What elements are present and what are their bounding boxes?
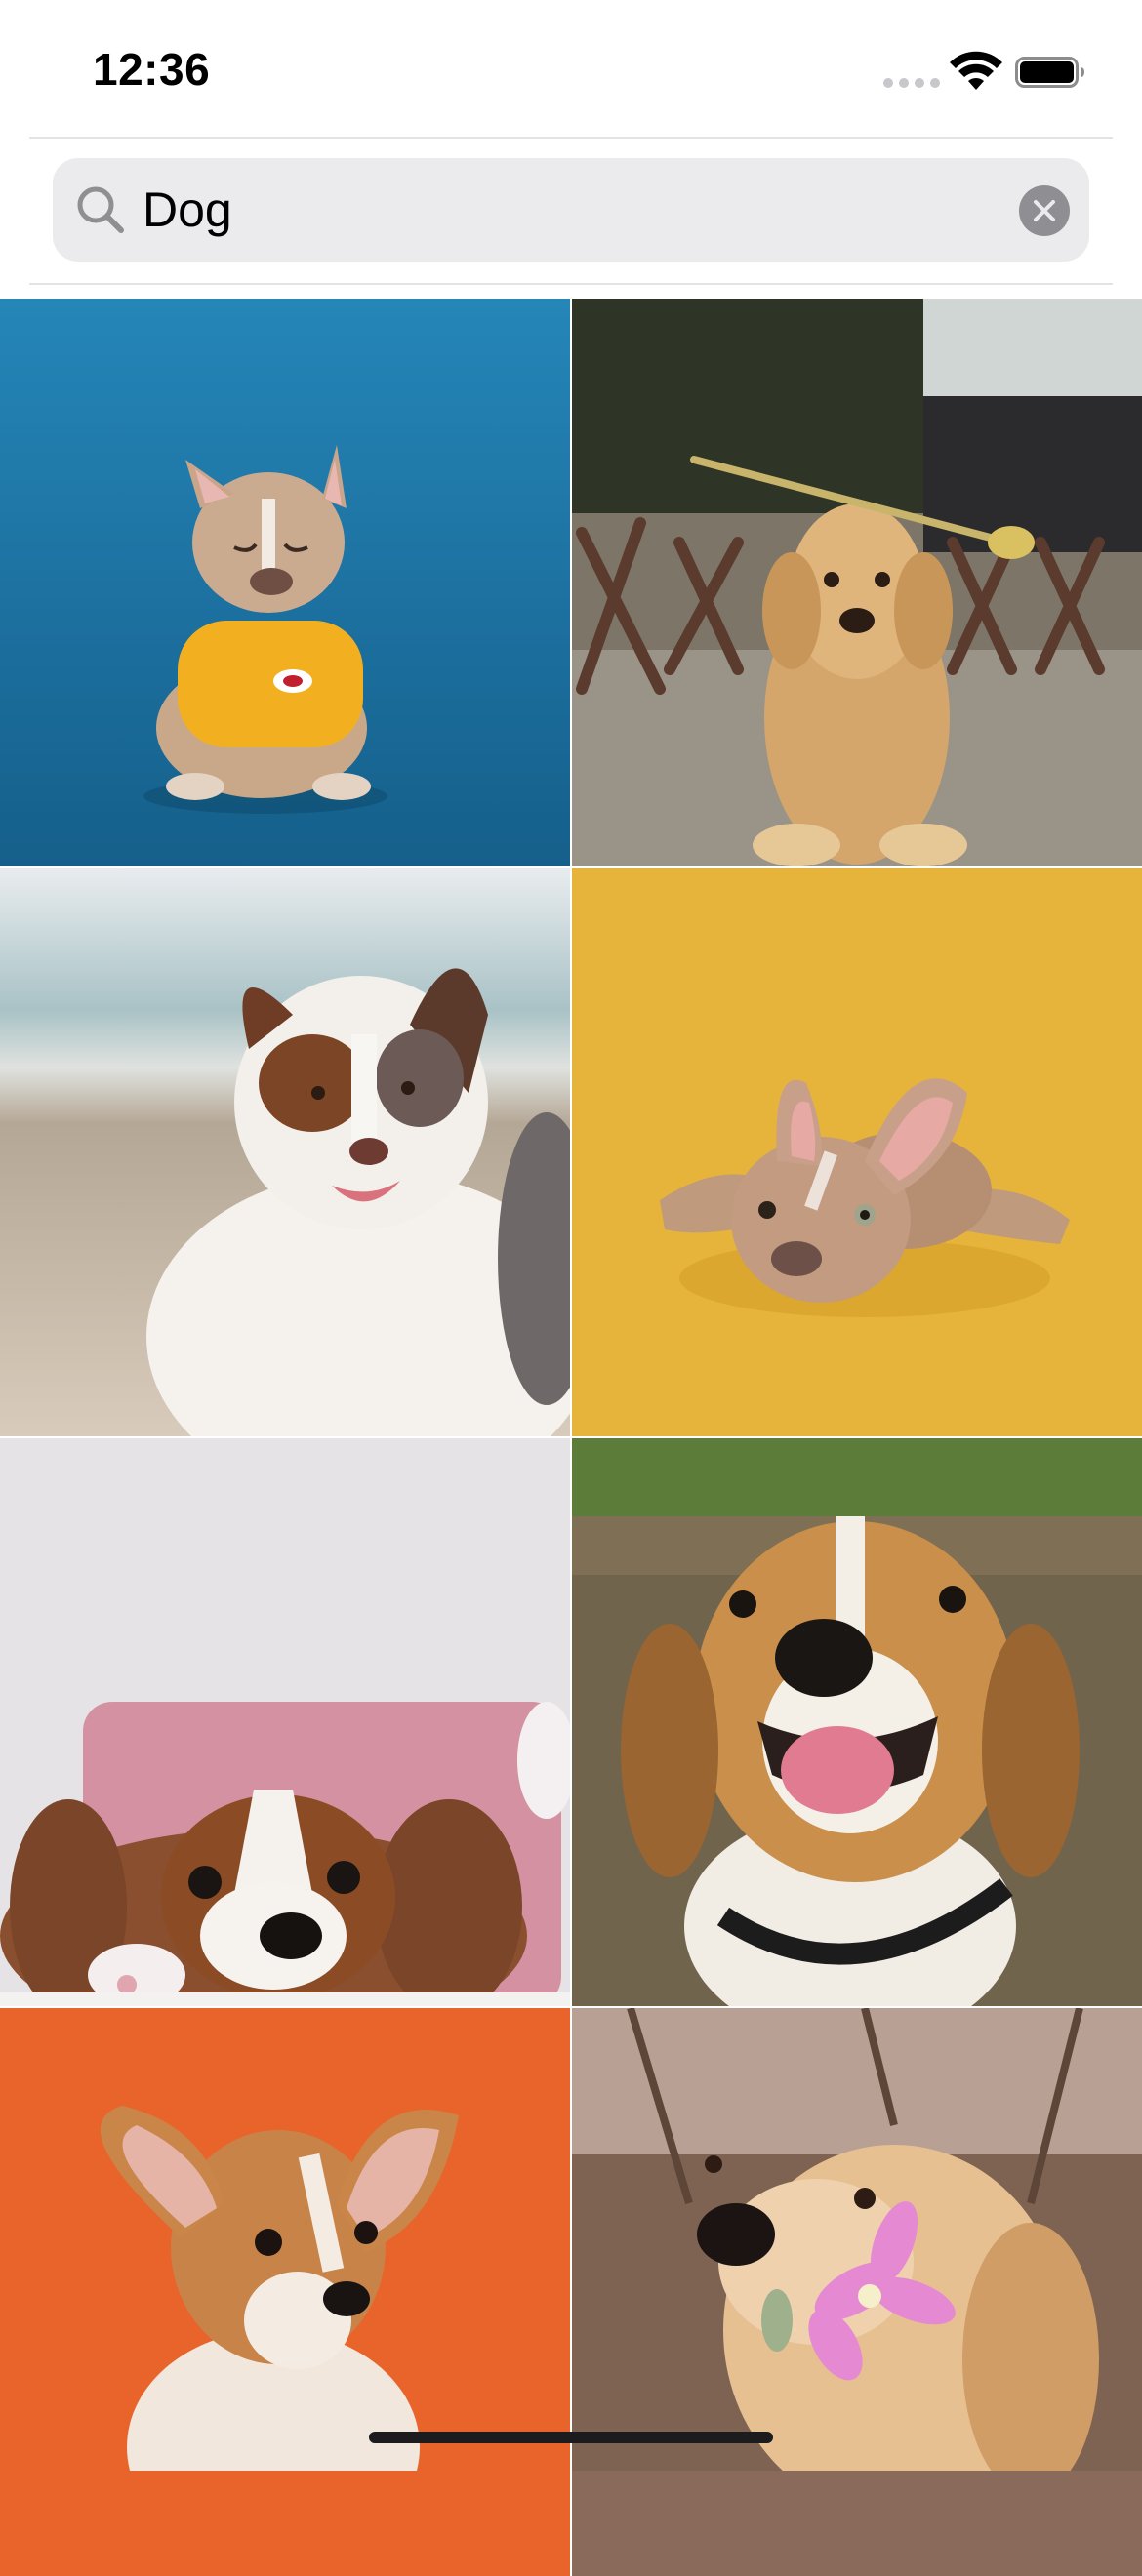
photo-tile[interactable] bbox=[572, 299, 1142, 866]
clear-search-button[interactable] bbox=[1019, 185, 1070, 236]
photo-tile[interactable] bbox=[0, 868, 570, 1436]
dog-photo bbox=[572, 2008, 1142, 2471]
photo-tile[interactable] bbox=[0, 299, 570, 866]
search-field[interactable]: Dog bbox=[53, 158, 1089, 262]
search-divider bbox=[29, 283, 1113, 285]
photo-tile[interactable] bbox=[572, 1438, 1142, 2006]
photo-tile[interactable] bbox=[0, 1438, 570, 2006]
home-indicator[interactable] bbox=[369, 2432, 773, 2443]
photo-tile[interactable] bbox=[0, 2008, 570, 2576]
dog-photo bbox=[0, 299, 570, 866]
wifi-icon bbox=[950, 51, 1002, 90]
header-divider bbox=[29, 137, 1113, 139]
cellular-signal-icon bbox=[883, 78, 940, 88]
dog-photo bbox=[0, 2008, 570, 2471]
dog-photo bbox=[0, 1438, 570, 2006]
battery-full-icon bbox=[1015, 57, 1084, 88]
dog-photo bbox=[572, 1438, 1142, 2006]
dog-photo bbox=[572, 868, 1142, 1436]
photo-tile[interactable] bbox=[572, 868, 1142, 1436]
dog-photo bbox=[0, 868, 570, 1436]
search-icon bbox=[77, 186, 124, 233]
status-bar: 12:36 bbox=[0, 0, 1142, 137]
status-time: 12:36 bbox=[93, 44, 211, 95]
photo-tile[interactable] bbox=[572, 2008, 1142, 2576]
search-input[interactable]: Dog bbox=[143, 158, 232, 262]
dog-photo bbox=[572, 299, 1142, 866]
clear-icon bbox=[1034, 200, 1055, 221]
photo-grid bbox=[0, 299, 1142, 2576]
